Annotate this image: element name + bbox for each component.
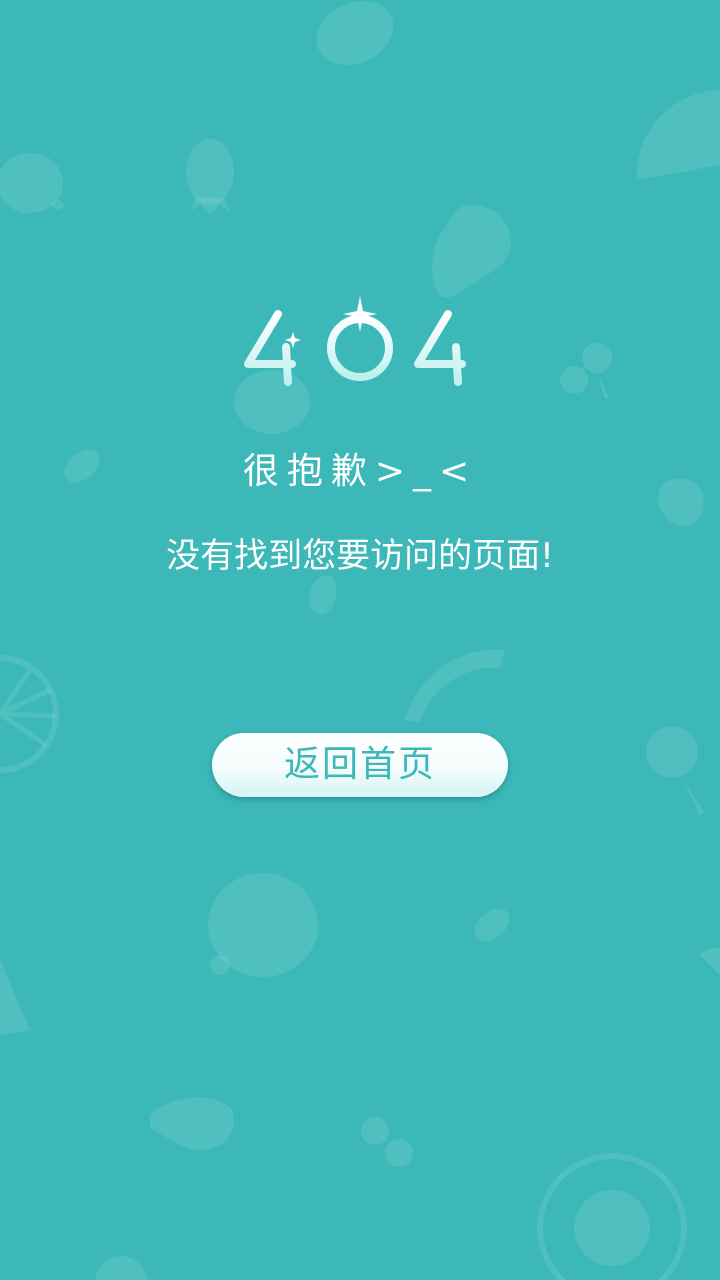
melon-slice-icon: [405, 649, 505, 722]
error-page: 404 很抱歉>_< 没有找到您要访问的页面! 返回首页: [0, 0, 720, 1280]
back-to-home-button[interactable]: 返回首页: [212, 733, 508, 797]
lemon-icon: [0, 153, 64, 213]
error-code-404: 404: [230, 292, 490, 402]
avocado-icon: [316, 0, 394, 66]
strawberry-icon: [95, 1256, 148, 1280]
sorry-text: 很抱歉>_<: [242, 451, 478, 492]
leaf-icon: [474, 908, 510, 942]
fruit-pattern-background: [0, 0, 720, 1280]
cherry-icon: [560, 343, 612, 398]
pineapple-icon: [186, 139, 234, 214]
orange-slice-icon: [0, 655, 59, 773]
kiwi-icon: [700, 947, 720, 975]
watermelon-icon: [0, 960, 30, 1035]
cherry-icon: [361, 1117, 413, 1167]
pear-icon: [432, 205, 511, 299]
orange-slice-icon: [537, 1153, 687, 1280]
watermelon-icon: [636, 90, 720, 180]
lemon-icon: [208, 873, 318, 977]
cherry-icon: [646, 726, 704, 815]
pear-icon: [150, 1097, 235, 1150]
page-not-found-message: 没有找到您要访问的页面!: [166, 536, 554, 576]
